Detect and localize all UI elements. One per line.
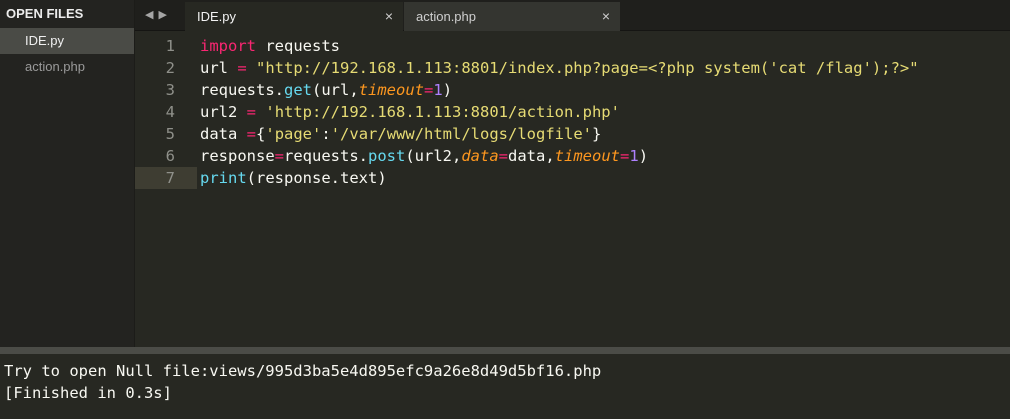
code-text: url2 = 'http://192.168.1.113:8801/action… (200, 101, 620, 123)
code-line[interactable]: 4 url2 = 'http://192.168.1.113:8801/actio… (135, 101, 1010, 123)
sidebar-item-action-php[interactable]: action.php (0, 54, 134, 80)
code-text: response=requests.post(url2,data=data,ti… (200, 145, 648, 167)
line-number: 4 (165, 103, 175, 121)
code-line[interactable]: 5 data ={'page':'/var/www/html/logs/logfi… (135, 123, 1010, 145)
close-icon[interactable]: × (385, 2, 393, 31)
build-output-panel: Try to open Null file:views/995d3ba5e4d8… (0, 347, 1010, 419)
code-token: '/var/www/html/logs/logfile' (330, 125, 592, 143)
code-line[interactable]: 2 url = "http://192.168.1.113:8801/index.… (135, 57, 1010, 79)
code-text: requests.get(url,timeout=1) (200, 79, 452, 101)
line-number: 3 (165, 81, 175, 99)
code-token: response (200, 147, 275, 165)
code-token: print (200, 169, 247, 187)
close-icon[interactable]: × (602, 2, 610, 31)
tab-action-php[interactable]: action.php × (404, 2, 620, 31)
code-token: (response.text) (246, 169, 387, 187)
code-token: ) (638, 147, 649, 165)
line-number: 2 (165, 59, 175, 77)
code-token: 'http://192.168.1.113:8801/action.php' (265, 103, 620, 121)
output-line: [Finished in 0.3s] (4, 384, 172, 402)
code-line[interactable]: 6 response=requests.post(url2,data=data,t… (135, 145, 1010, 167)
code-lines: 1 import requests 2 url = "http://192.168.1… (135, 35, 1010, 189)
code-token: data, (508, 147, 555, 165)
code-token: } (592, 125, 602, 143)
code-token: timeout (554, 147, 620, 165)
code-token: = (498, 147, 508, 165)
code-token: get (284, 81, 312, 99)
sidebar-item-ide-py[interactable]: IDE.py (0, 28, 134, 54)
sublime-editor-window: OPEN FILES IDE.py action.php ◀▶ IDE.py ×… (0, 0, 1010, 419)
output-line: Try to open Null file:views/995d3ba5e4d8… (4, 362, 602, 380)
line-number: 5 (165, 125, 175, 143)
code-text: import requests (200, 35, 340, 57)
code-token: (url2, (405, 147, 462, 165)
right-arrow-icon[interactable]: ▶ (158, 9, 171, 21)
code-token: = (237, 59, 247, 77)
code-token: = (620, 147, 630, 165)
code-text: url = "http://192.168.1.113:8801/index.p… (200, 57, 919, 79)
code-token: requests (256, 37, 340, 55)
code-token: data (461, 147, 499, 165)
sidebar: OPEN FILES IDE.py action.php (0, 0, 135, 347)
code-token: "http://192.168.1.113:8801/index.php?pag… (256, 59, 919, 77)
code-token: ) (442, 81, 453, 99)
code-token: url2 (200, 103, 247, 121)
left-arrow-icon[interactable]: ◀ (145, 9, 158, 21)
code-token: import (200, 37, 256, 55)
code-line[interactable]: 7 print(response.text) (135, 167, 1010, 189)
code-token: = (246, 125, 257, 143)
line-number: 6 (165, 147, 175, 165)
line-number: 7 (165, 169, 175, 187)
line-number: 1 (165, 37, 175, 55)
code-token: url (200, 59, 238, 77)
code-text: data ={'page':'/var/www/html/logs/logfil… (200, 123, 601, 145)
tab-label: action.php (416, 9, 476, 24)
code-token: 1 (629, 147, 639, 165)
code-line[interactable]: 3 requests.get(url,timeout=1) (135, 79, 1010, 101)
code-token: = (424, 81, 434, 99)
tab-ide-py[interactable]: IDE.py × (185, 2, 403, 31)
code-token: 'page' (265, 125, 322, 143)
code-token: 1 (433, 81, 443, 99)
code-token: (url, (312, 81, 359, 99)
code-token: requests. (284, 147, 368, 165)
code-editor[interactable]: 1 import requests 2 url = "http://192.168.1… (135, 31, 1010, 347)
code-token: post (368, 147, 406, 165)
code-token: = (274, 147, 284, 165)
open-files-header: OPEN FILES (6, 6, 84, 21)
tab-label: IDE.py (197, 9, 237, 24)
code-token: { (256, 125, 266, 143)
code-token: : (321, 125, 331, 143)
code-token: data (200, 125, 247, 143)
code-token: requests. (200, 81, 284, 99)
code-line[interactable]: 1 import requests (135, 35, 1010, 57)
code-text: print(response.text) (200, 167, 387, 189)
code-token: = (246, 103, 257, 121)
code-token: timeout (358, 81, 424, 99)
tab-navigation: ◀▶ (145, 8, 172, 21)
tab-bar: ◀▶ IDE.py × action.php × (135, 0, 1010, 31)
